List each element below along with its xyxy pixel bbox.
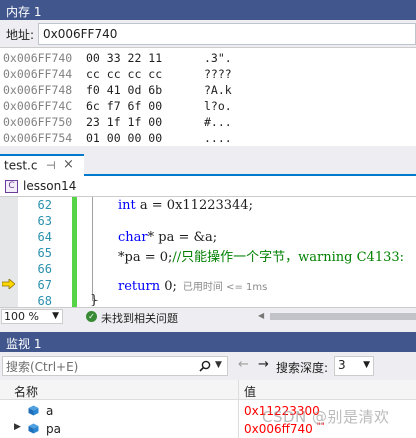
- memory-bytes: cc cc cc cc: [86, 67, 163, 81]
- watch-variable-name: pa: [46, 422, 61, 436]
- variable-cube-icon: [28, 405, 39, 416]
- watch-variable-name: a: [46, 404, 54, 418]
- editor-status-bar: 100 % ▼ ✓ 未找到相关问题 ◀: [0, 307, 416, 326]
- search-placeholder: 搜索(Ctrl+E): [6, 360, 79, 374]
- code-line: int a = 0x11223344;: [118, 198, 253, 213]
- memory-bytes: f0 41 0d 6b: [86, 83, 163, 97]
- change-tracking-bar: [72, 197, 77, 307]
- code-line: return 0; 已用时间 <= 1ms: [118, 278, 267, 294]
- expand-arrow-icon[interactable]: ▶: [14, 422, 21, 432]
- scroll-left-icon[interactable]: ◀: [258, 311, 264, 320]
- memory-address-bar: 地址:: [0, 20, 416, 48]
- tab-label: test.c: [4, 158, 38, 173]
- line-number: 66: [37, 262, 52, 276]
- breakpoint-margin[interactable]: [0, 197, 18, 307]
- memory-row: 0x006FF74C 6c f7 6f 00 l?o.: [0, 98, 416, 114]
- keyword: char: [118, 230, 148, 245]
- code-comment: //只能操作一个字节，warning C4133:: [172, 250, 405, 265]
- pin-icon[interactable]: ⊣: [46, 159, 56, 172]
- chevron-down-icon: ▼: [52, 311, 59, 321]
- keyword: return: [118, 279, 161, 294]
- code-line: char* pa = &a;: [118, 230, 217, 245]
- memory-row: 0x006FF754 01 00 00 00....: [0, 130, 416, 146]
- memory-chars: #...: [204, 115, 232, 129]
- line-number: 63: [37, 214, 52, 228]
- search-depth-label: 搜索深度:: [276, 361, 329, 375]
- line-number: 64: [37, 230, 52, 244]
- memory-chars: ....: [204, 131, 232, 145]
- zoom-value: 100 %: [4, 310, 39, 323]
- instruction-pointer-arrow-icon: [2, 279, 15, 289]
- memory-address: 0x006FF74C: [3, 99, 73, 113]
- line-number: 62: [37, 198, 52, 212]
- line-number: 68: [37, 294, 52, 307]
- memory-address: 0x006FF748: [3, 83, 73, 97]
- watch-title-label: 监视 1: [6, 337, 42, 351]
- line-number: 67: [37, 278, 52, 292]
- code-text: a = 0x11223344;: [135, 198, 253, 213]
- tab-test-c[interactable]: test.c ⊣ ×: [0, 154, 84, 176]
- memory-dump[interactable]: 0x006FF740 00 33 22 11 .3". 0x006FF744 cc c…: [0, 48, 416, 146]
- zoom-dropdown[interactable]: 100 % ▼: [1, 309, 63, 324]
- code-line: *pa = 0;//只能操作一个字节，warning C4133:: [118, 246, 404, 265]
- code-editor[interactable]: 62 63 64 65 66 67 68 int a = 0x11223344;…: [0, 197, 416, 307]
- close-icon[interactable]: ×: [63, 157, 74, 172]
- editor-tab-bar: test.c ⊣ ×: [0, 148, 416, 176]
- horizontal-scrollbar[interactable]: [270, 313, 416, 320]
- address-label: 地址:: [6, 28, 35, 42]
- back-arrow-icon[interactable]: ←: [238, 357, 249, 372]
- variable-cube-icon: [28, 423, 39, 434]
- project-icon: C: [5, 180, 18, 193]
- watermark: CSDN @别是清欢: [262, 408, 390, 426]
- memory-row: 0x006FF740 00 33 22 11 .3".: [0, 50, 416, 66]
- code-line: }: [90, 293, 98, 307]
- memory-bytes: 01 00 00 00: [86, 131, 163, 145]
- code-text: 0;: [160, 279, 177, 294]
- memory-address: 0x006FF744: [3, 67, 73, 81]
- column-header-name[interactable]: 名称: [14, 383, 38, 400]
- elapsed-time-hint: 已用时间 <= 1ms: [182, 282, 268, 293]
- check-circle-icon: ✓: [86, 311, 97, 322]
- code-text: }: [90, 293, 99, 307]
- code-text: *pa = 0;: [118, 250, 173, 265]
- watch-toolbar: 搜索(Ctrl+E) ▼ ← → 搜索深度: 3 ▼: [0, 352, 416, 380]
- memory-row: 0x006FF748 f0 41 0d 6b ?A.k: [0, 82, 416, 98]
- watch-grid-header: 名称 值: [0, 380, 416, 400]
- memory-row: 0x006FF744 cc cc cc cc????: [0, 66, 416, 82]
- project-nav-bar[interactable]: C lesson14: [0, 176, 416, 197]
- memory-chars: .3".: [204, 51, 232, 65]
- memory-bytes: 23 1f 1f 00: [86, 115, 163, 129]
- memory-chars: l?o.: [204, 99, 232, 113]
- chevron-down-icon[interactable]: ▼: [215, 360, 222, 370]
- memory-address: 0x006FF740: [3, 51, 73, 65]
- search-depth-value: 3: [338, 358, 346, 372]
- project-name[interactable]: lesson14: [23, 179, 76, 193]
- outline-guide: [92, 197, 93, 301]
- chevron-down-icon: ▼: [363, 360, 370, 370]
- watch-window-title: 监视 1: [0, 332, 416, 352]
- memory-title-label: 内存 1: [6, 5, 42, 19]
- code-text: * pa = &a;: [147, 230, 218, 245]
- memory-chars: ????: [204, 67, 232, 81]
- address-input[interactable]: [38, 23, 416, 45]
- watch-search-input[interactable]: 搜索(Ctrl+E) ▼: [2, 356, 228, 376]
- memory-bytes: 00 33 22 11: [86, 51, 163, 65]
- memory-address: 0x006FF750: [3, 115, 73, 129]
- memory-chars: ?A.k: [204, 83, 232, 97]
- memory-row: 0x006FF750 23 1f 1f 00 #...: [0, 114, 416, 130]
- line-number: 65: [37, 246, 52, 260]
- column-header-value[interactable]: 值: [244, 383, 256, 400]
- keyword: int: [118, 198, 136, 213]
- memory-address: 0x006FF754: [3, 131, 73, 145]
- memory-bytes: 6c f7 6f 00: [86, 99, 163, 113]
- issues-status[interactable]: 未找到相关问题: [101, 310, 178, 326]
- memory-window-title: 内存 1: [0, 0, 416, 20]
- search-depth-select[interactable]: 3 ▼: [334, 356, 374, 376]
- forward-arrow-icon[interactable]: →: [258, 357, 269, 372]
- search-icon[interactable]: [199, 360, 211, 372]
